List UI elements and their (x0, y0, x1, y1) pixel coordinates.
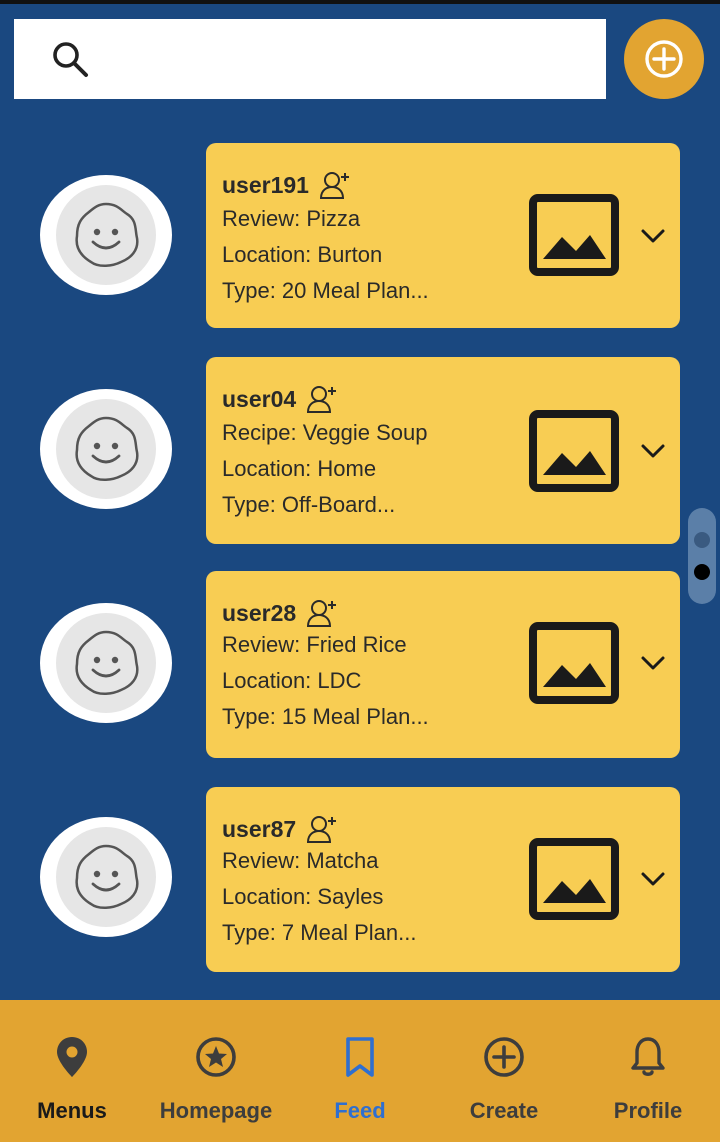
feed-item: user87 Review: Matcha Location: Sayles T… (0, 772, 720, 972)
nav-item-feed[interactable]: Feed (288, 1000, 432, 1142)
smiley-face-icon (75, 416, 139, 481)
search-icon[interactable] (50, 39, 90, 79)
nav-label: Profile (613, 1098, 683, 1123)
chevron-down-icon[interactable] (638, 648, 668, 678)
smiley-face-icon (75, 202, 139, 267)
search-bar[interactable] (14, 19, 606, 99)
page-dot-active[interactable] (694, 564, 710, 580)
image-placeholder-icon[interactable] (528, 621, 620, 705)
avatar-placeholder (56, 399, 156, 499)
nav-label: Homepage (159, 1098, 273, 1123)
post-review: Review: Pizza (222, 206, 361, 231)
image-placeholder-icon[interactable] (528, 837, 620, 921)
page-dot[interactable] (694, 532, 710, 548)
post-card[interactable]: user191 Review: Pizza Location: Burton T… (206, 143, 680, 328)
post-location: Location: Sayles (222, 884, 384, 909)
add-friend-icon[interactable] (306, 813, 338, 845)
post-type: Type: 20 Meal Plan... (222, 278, 429, 303)
nav-label: Create (469, 1098, 539, 1123)
avatar[interactable] (40, 603, 172, 723)
image-placeholder-icon[interactable] (528, 193, 620, 277)
post-location: Location: Home (222, 456, 377, 481)
post-card[interactable]: user04 Recipe: Veggie Soup Location: Hom… (206, 357, 680, 544)
post-type: Type: 15 Meal Plan... (222, 704, 429, 729)
chevron-down-icon[interactable] (638, 221, 668, 251)
nav-item-profile[interactable]: Profile (576, 1000, 720, 1142)
top-border (0, 0, 720, 4)
post-type: Type: Off-Board... (222, 492, 396, 517)
nav-item-menus[interactable]: Menus (0, 1000, 144, 1142)
post-review: Review: Matcha (222, 848, 379, 873)
post-username[interactable]: user28 (222, 600, 296, 627)
post-review: Review: Fried Rice (222, 632, 407, 657)
avatar-placeholder (56, 613, 156, 713)
avatar-placeholder (56, 185, 156, 285)
post-type: Type: 7 Meal Plan... (222, 920, 417, 945)
avatar[interactable] (40, 817, 172, 937)
post-username[interactable]: user191 (222, 172, 309, 199)
bookmark-icon (346, 1037, 374, 1077)
nav-item-create[interactable]: Create (432, 1000, 576, 1142)
avatar[interactable] (40, 175, 172, 295)
post-card[interactable]: user87 Review: Matcha Location: Sayles T… (206, 787, 680, 972)
post-username[interactable]: user04 (222, 386, 296, 413)
add-friend-icon[interactable] (306, 597, 338, 629)
nav-label: Feed (334, 1098, 386, 1123)
post-card[interactable]: user28 Review: Fried Rice Location: LDC … (206, 571, 680, 758)
post-location: Location: Burton (222, 242, 383, 267)
chevron-down-icon[interactable] (638, 436, 668, 466)
nav-item-homepage[interactable]: Homepage (144, 1000, 288, 1142)
post-username[interactable]: user87 (222, 816, 296, 843)
search-input[interactable] (114, 39, 598, 81)
location-pin-icon (57, 1037, 87, 1077)
bottom-nav: Menus Homepage Feed Create Profile (0, 1000, 720, 1142)
chevron-down-icon[interactable] (638, 864, 668, 894)
add-friend-icon[interactable] (319, 169, 351, 201)
feed-item: user28 Review: Fried Rice Location: LDC … (0, 558, 720, 758)
feed-item: user04 Recipe: Veggie Soup Location: Hom… (0, 344, 720, 544)
smiley-face-icon (75, 630, 139, 695)
nav-label: Menus (37, 1098, 107, 1123)
post-location: Location: LDC (222, 668, 362, 693)
add-friend-icon[interactable] (306, 383, 338, 415)
star-circle-icon (196, 1037, 236, 1077)
smiley-face-icon (75, 844, 139, 909)
avatar[interactable] (40, 389, 172, 509)
post-recipe: Recipe: Veggie Soup (222, 420, 428, 445)
bell-icon (631, 1037, 665, 1076)
plus-circle-icon (645, 40, 683, 78)
add-post-button[interactable] (624, 19, 704, 99)
avatar-placeholder (56, 827, 156, 927)
plus-circle-icon (484, 1037, 524, 1077)
page-indicator[interactable] (688, 508, 716, 604)
feed-item: user191 Review: Pizza Location: Burton T… (0, 130, 720, 328)
image-placeholder-icon[interactable] (528, 409, 620, 493)
